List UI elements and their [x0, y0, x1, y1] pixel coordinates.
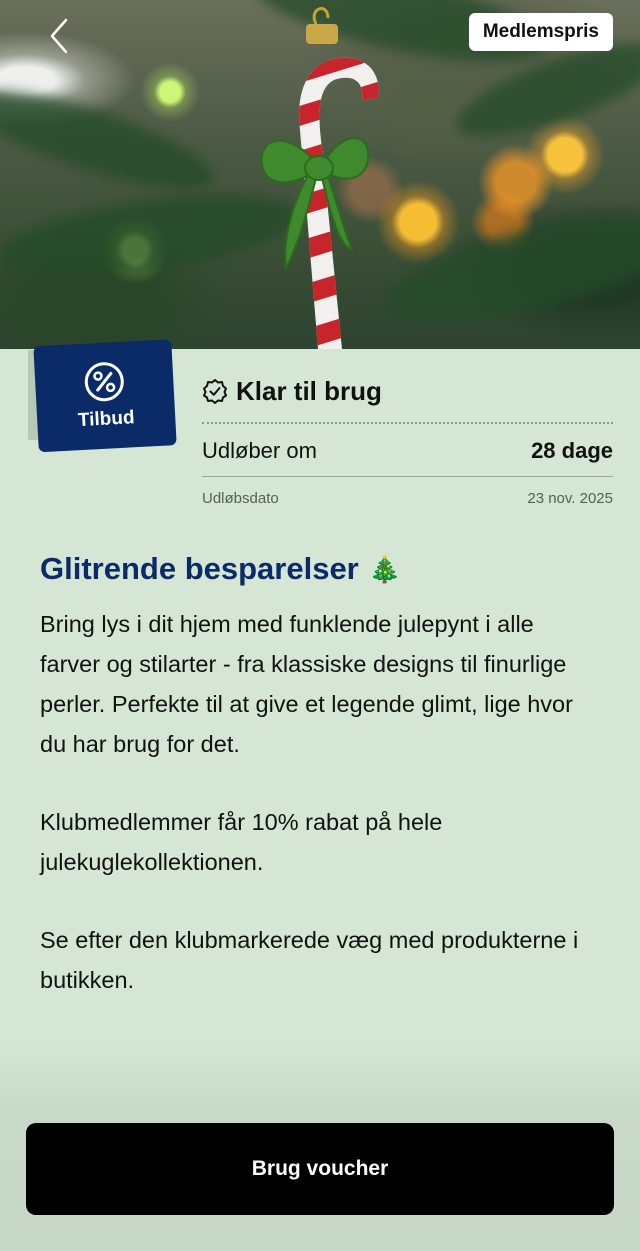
use-voucher-button[interactable]: Brug voucher: [26, 1123, 614, 1215]
percent-badge-icon: [84, 362, 124, 402]
expiry-date-label: Udløbsdato: [202, 489, 279, 507]
description-paragraph: Bring lys i dit hjem med funklende julep…: [40, 611, 573, 757]
expiry-date-value: 23 nov. 2025: [527, 489, 613, 507]
status-ready: Klar til brug: [202, 372, 382, 410]
dotted-divider: [202, 422, 613, 424]
chevron-left-icon: [50, 18, 68, 54]
expiry-value: 28 dage: [531, 438, 613, 463]
offer-title: Glitrende besparelser 🎄: [40, 546, 401, 592]
christmas-tree-icon: 🎄: [368, 553, 402, 584]
candy-cane-ornament: [260, 7, 379, 349]
offer-tag-card: Tilbud: [33, 339, 177, 453]
back-button[interactable]: [42, 18, 76, 54]
offer-description: Bring lys i dit hjem med funklende julep…: [40, 604, 600, 1038]
expiry-row: Udløber om 28 dage: [202, 433, 613, 469]
description-paragraph: Klubmedlemmer får 10% rabat på hele jule…: [40, 809, 443, 875]
divider: [202, 476, 613, 477]
verified-badge-icon: [203, 379, 227, 404]
expiry-label: Udløber om: [202, 438, 317, 463]
member-price-badge: Medlemspris: [468, 13, 613, 51]
offer-tag-label: Tilbud: [77, 407, 136, 432]
expiry-date-row: Udløbsdato 23 nov. 2025: [202, 486, 613, 510]
hero-image: Medlemspris: [0, 0, 640, 349]
description-paragraph: Se efter den klubmarkerede væg med produ…: [40, 927, 579, 993]
status-label: Klar til brug: [236, 375, 382, 406]
offer-title-text: Glitrende besparelser: [40, 551, 359, 586]
